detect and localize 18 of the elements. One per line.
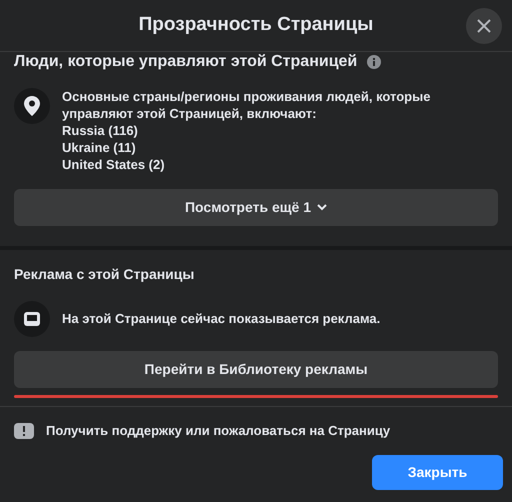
country-entry: Ukraine (11): [62, 139, 137, 156]
chevron-down-icon: [317, 204, 327, 211]
info-icon: [367, 55, 382, 69]
ad-icon: [14, 301, 50, 337]
ads-description: На этой Странице сейчас показывается реклама.: [62, 310, 380, 328]
dialog-title: Прозрачность Страницы: [138, 13, 374, 38]
support-link[interactable]: Получить поддержку или пожаловаться на Страницу: [46, 421, 390, 440]
countries-description: Основные страны/регионы проживания людей, которые управляют этой Страницей, включают:: [62, 88, 432, 122]
section-heading: Люди, которые управляют этой Страницей: [14, 54, 358, 70]
alert-icon: [14, 422, 34, 439]
close-icon: [476, 18, 492, 34]
country-entry: United States (2): [62, 156, 166, 173]
country-entry: Russia (116): [62, 122, 139, 139]
section-heading: Реклама с этой Страницы: [14, 265, 196, 284]
ad-library-button[interactable]: Перейти в Библиотеку рекламы: [14, 351, 498, 388]
close-button[interactable]: [466, 8, 502, 44]
see-more-button[interactable]: Посмотреть ещё 1: [14, 189, 498, 226]
location-icon: [14, 88, 50, 124]
